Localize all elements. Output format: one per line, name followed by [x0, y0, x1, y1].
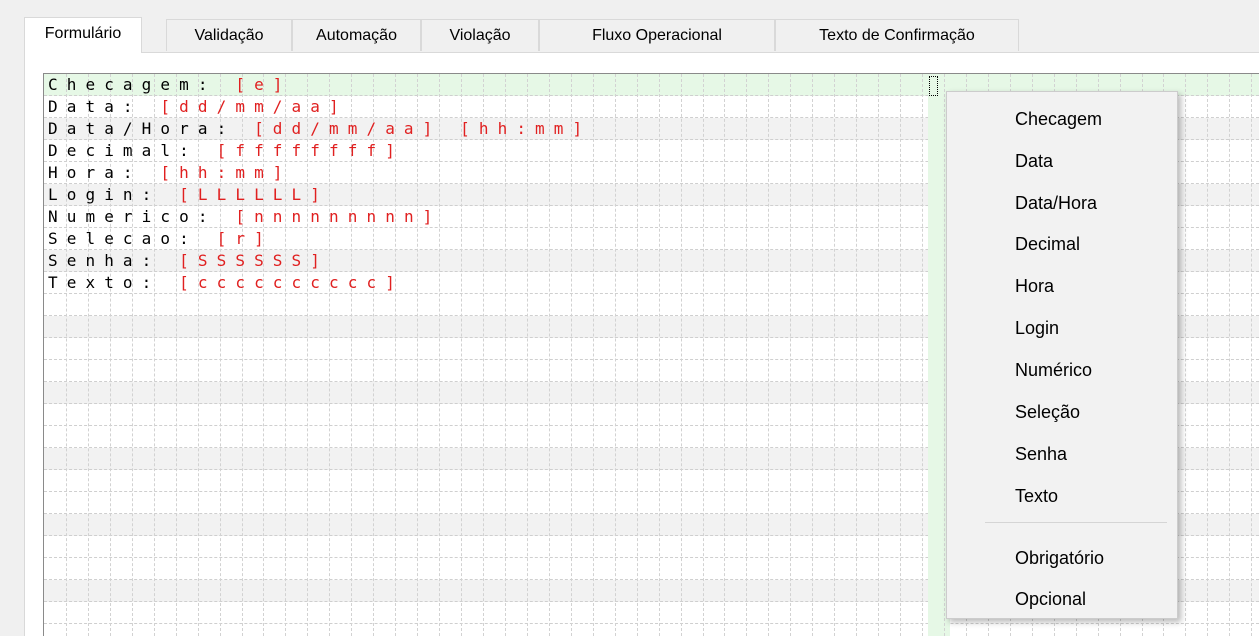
menu-item-texto[interactable]: Texto [1015, 476, 1058, 516]
menu-item-opcional[interactable]: Opcional [1015, 579, 1086, 619]
editor-line: Senha: [SSSSSS] [44, 250, 329, 272]
field-mask: [cccccccccc] [179, 273, 404, 292]
field-mask: [r] [216, 229, 273, 248]
editor-grid-column-line [900, 74, 901, 636]
menu-item-obrigatorio[interactable]: Obrigatório [1015, 538, 1104, 578]
editor-grid-column-line [1251, 74, 1252, 636]
editor-grid-column-line [571, 74, 572, 636]
editor-grid-column-line [944, 74, 945, 636]
editor-grid-column-line [659, 74, 660, 636]
field-mask: [LLLLLL] [179, 185, 330, 204]
editor-grid-column-line [703, 74, 704, 636]
editor-grid-column-line [922, 74, 923, 636]
editor-grid-column-line [878, 74, 879, 636]
editor-grid-column-line [1207, 74, 1208, 636]
field-label: Numerico: [48, 207, 217, 226]
field-mask: [nnnnnnnnn] [235, 207, 442, 226]
editor-grid-column-line [527, 74, 528, 636]
editor-grid-column-line [615, 74, 616, 636]
menu-item-data-hora[interactable]: Data/Hora [1015, 183, 1097, 223]
editor-grid-column-line [1229, 74, 1230, 636]
editor-grid-column-line [768, 74, 769, 636]
editor-grid-column-line [417, 74, 418, 636]
menu-separator [985, 522, 1167, 523]
editor-grid-column-line [790, 74, 791, 636]
tab-validacao[interactable]: Validação [166, 19, 292, 51]
field-label: Login: [48, 185, 161, 204]
field-mask: [dd/mm/aa] [hh:mm] [254, 119, 592, 138]
editor-grid-column-line [461, 74, 462, 636]
editor-grid-column-line [1185, 74, 1186, 636]
editor-grid-column-line [856, 74, 857, 636]
editor-grid-column-line [724, 74, 725, 636]
editor-line: Data: [dd/mm/aa] [44, 96, 348, 118]
menu-item-numerico[interactable]: Numérico [1015, 350, 1092, 390]
editor-line: Texto: [cccccccccc] [44, 272, 404, 294]
field-label: Selecao: [48, 229, 198, 248]
text-cursor [929, 76, 938, 96]
editor-line: Decimal: [ffffffff] [44, 140, 404, 162]
field-mask: [hh:mm] [160, 163, 292, 182]
field-label: Decimal: [48, 141, 198, 160]
field-label: Senha: [48, 251, 161, 270]
editor-grid-column-line [439, 74, 440, 636]
tab-formulario[interactable]: Formulário [24, 17, 142, 53]
editor-grid-column-line [483, 74, 484, 636]
menu-item-senha[interactable]: Senha [1015, 434, 1067, 474]
menu-item-hora[interactable]: Hora [1015, 266, 1054, 306]
tab-strip: Formulário Validação Automação Violação … [24, 17, 1259, 53]
field-mask: [SSSSSS] [179, 251, 330, 270]
tab-automacao[interactable]: Automação [292, 19, 421, 51]
editor-grid-column-line [834, 74, 835, 636]
editor-grid-column-line [549, 74, 550, 636]
editor-line: Checagem: [e] [44, 74, 292, 96]
menu-item-data[interactable]: Data [1015, 141, 1053, 181]
field-mask: [ffffffff] [216, 141, 404, 160]
tab-violacao[interactable]: Violação [421, 19, 539, 51]
menu-item-selecao[interactable]: Seleção [1015, 392, 1080, 432]
menu-item-decimal[interactable]: Decimal [1015, 224, 1080, 264]
field-label: Hora: [48, 163, 142, 182]
editor-grid-column-line [593, 74, 594, 636]
tab-fluxo-operacional[interactable]: Fluxo Operacional [539, 19, 775, 51]
field-label: Data: [48, 97, 142, 116]
editor-line: Numerico: [nnnnnnnnn] [44, 206, 441, 228]
editor-line: Login: [LLLLLL] [44, 184, 329, 206]
editor-line: Selecao: [r] [44, 228, 273, 250]
field-label: Checagem: [48, 75, 217, 94]
editor-grid-column-line [681, 74, 682, 636]
field-label: Data/Hora: [48, 119, 236, 138]
context-menu: Checagem Data Data/Hora Decimal Hora Log… [946, 91, 1178, 619]
tab-texto-de-confirmacao[interactable]: Texto de Confirmação [775, 19, 1019, 51]
editor-line: Data/Hora: [dd/mm/aa] [hh:mm] [44, 118, 591, 140]
field-mask: [dd/mm/aa] [160, 97, 348, 116]
menu-item-login[interactable]: Login [1015, 308, 1059, 348]
editor-grid-column-line [505, 74, 506, 636]
editor-grid-column-line [637, 74, 638, 636]
field-mask: [e] [235, 75, 292, 94]
editor-grid-column-line [746, 74, 747, 636]
field-label: Texto: [48, 273, 161, 292]
menu-item-checagem[interactable]: Checagem [1015, 99, 1102, 139]
editor-line: Hora: [hh:mm] [44, 162, 292, 184]
editor-grid-column-line [812, 74, 813, 636]
